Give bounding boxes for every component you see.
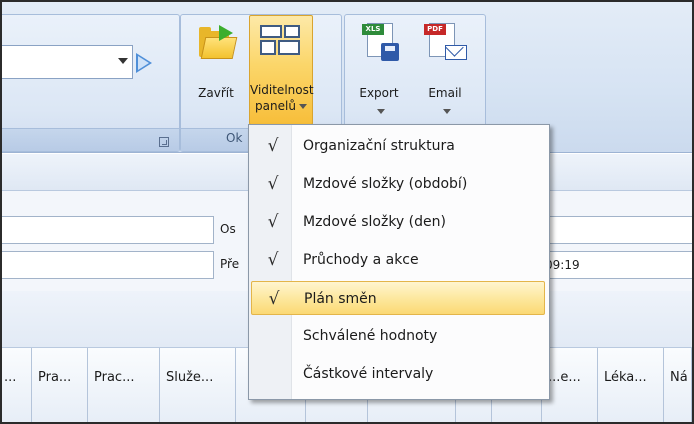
column-header[interactable]: Ná [664, 348, 692, 422]
check-icon: √ [267, 212, 279, 232]
panels-label-line2: panelů [250, 98, 312, 114]
play-icon[interactable] [136, 53, 152, 73]
menu-item-wage-day[interactable]: √ Mzdové složky (den) [251, 205, 545, 239]
application-window: Zavřít Viditelnost panelů Ok XLS Export … [0, 0, 694, 424]
panels-label-line1: Viditelnost [250, 83, 314, 97]
export-button-label: Export [359, 86, 399, 100]
menu-item-label: Plán směn [304, 291, 377, 307]
chevron-down-icon [442, 109, 451, 114]
column-header[interactable]: Pra... [32, 348, 88, 422]
column-header[interactable]: Léka... [598, 348, 664, 422]
form-field-left-1[interactable] [2, 216, 214, 244]
column-header[interactable]: Služe... [160, 348, 236, 422]
email-button[interactable]: PDF Email [415, 15, 475, 125]
close-button-label: Zavřít [198, 86, 234, 100]
person-label: Os [220, 222, 236, 236]
chevron-down-icon [298, 104, 307, 109]
menu-item-label: Organizační struktura [303, 138, 455, 154]
panels-visibility-menu: √ Organizační struktura √ Mzdové složky … [248, 124, 550, 400]
datetime-field[interactable]: 09:19 [534, 251, 692, 279]
menu-item-org-structure[interactable]: √ Organizační struktura [251, 129, 545, 163]
check-icon: √ [267, 174, 279, 194]
form-field-left-2[interactable] [2, 251, 214, 279]
email-button-label: Email [428, 86, 462, 100]
ribbon-group-footer [2, 128, 179, 151]
export-button[interactable]: XLS Export [349, 15, 409, 125]
column-header[interactable]: ... [2, 348, 32, 422]
dialog-launcher-icon[interactable] [159, 137, 169, 147]
save-icon [381, 43, 399, 61]
close-button[interactable]: Zavřít [185, 15, 247, 125]
menu-item-shift-plan[interactable]: √ Plán směn [251, 281, 545, 315]
check-icon: √ [267, 250, 279, 270]
prev-label: Pře [220, 257, 240, 271]
folder-close-icon [199, 25, 238, 59]
ribbon-group-filter [2, 14, 180, 152]
chevron-down-icon [376, 109, 385, 114]
panels-visibility-button[interactable]: Viditelnost panelů [249, 15, 314, 125]
form-field-right-1[interactable] [534, 216, 692, 244]
menu-item-label: Schválené hodnoty [303, 328, 438, 344]
chevron-down-icon[interactable] [118, 58, 128, 64]
menu-item-label: Mzdové složky (období) [303, 176, 468, 192]
column-header[interactable]: Prac... [88, 348, 160, 422]
menu-item-wage-period[interactable]: √ Mzdové složky (období) [251, 167, 545, 201]
mail-icon [445, 45, 467, 60]
check-icon: √ [268, 289, 280, 309]
group-label: Ok [226, 131, 243, 145]
menu-item-label: Mzdové složky (den) [303, 214, 446, 230]
menu-item-label: Částkové intervaly [303, 366, 434, 382]
column-header[interactable]: ...e... [542, 348, 598, 422]
menu-item-label: Průchody a akce [303, 252, 419, 268]
filter-combobox[interactable] [2, 45, 133, 79]
panels-icon [260, 25, 300, 55]
menu-item-passages[interactable]: √ Průchody a akce [251, 243, 545, 277]
menu-item-amount-intervals[interactable]: Částkové intervaly [251, 357, 545, 391]
menu-item-approved-values[interactable]: Schválené hodnoty [251, 319, 545, 353]
check-icon: √ [267, 136, 279, 156]
